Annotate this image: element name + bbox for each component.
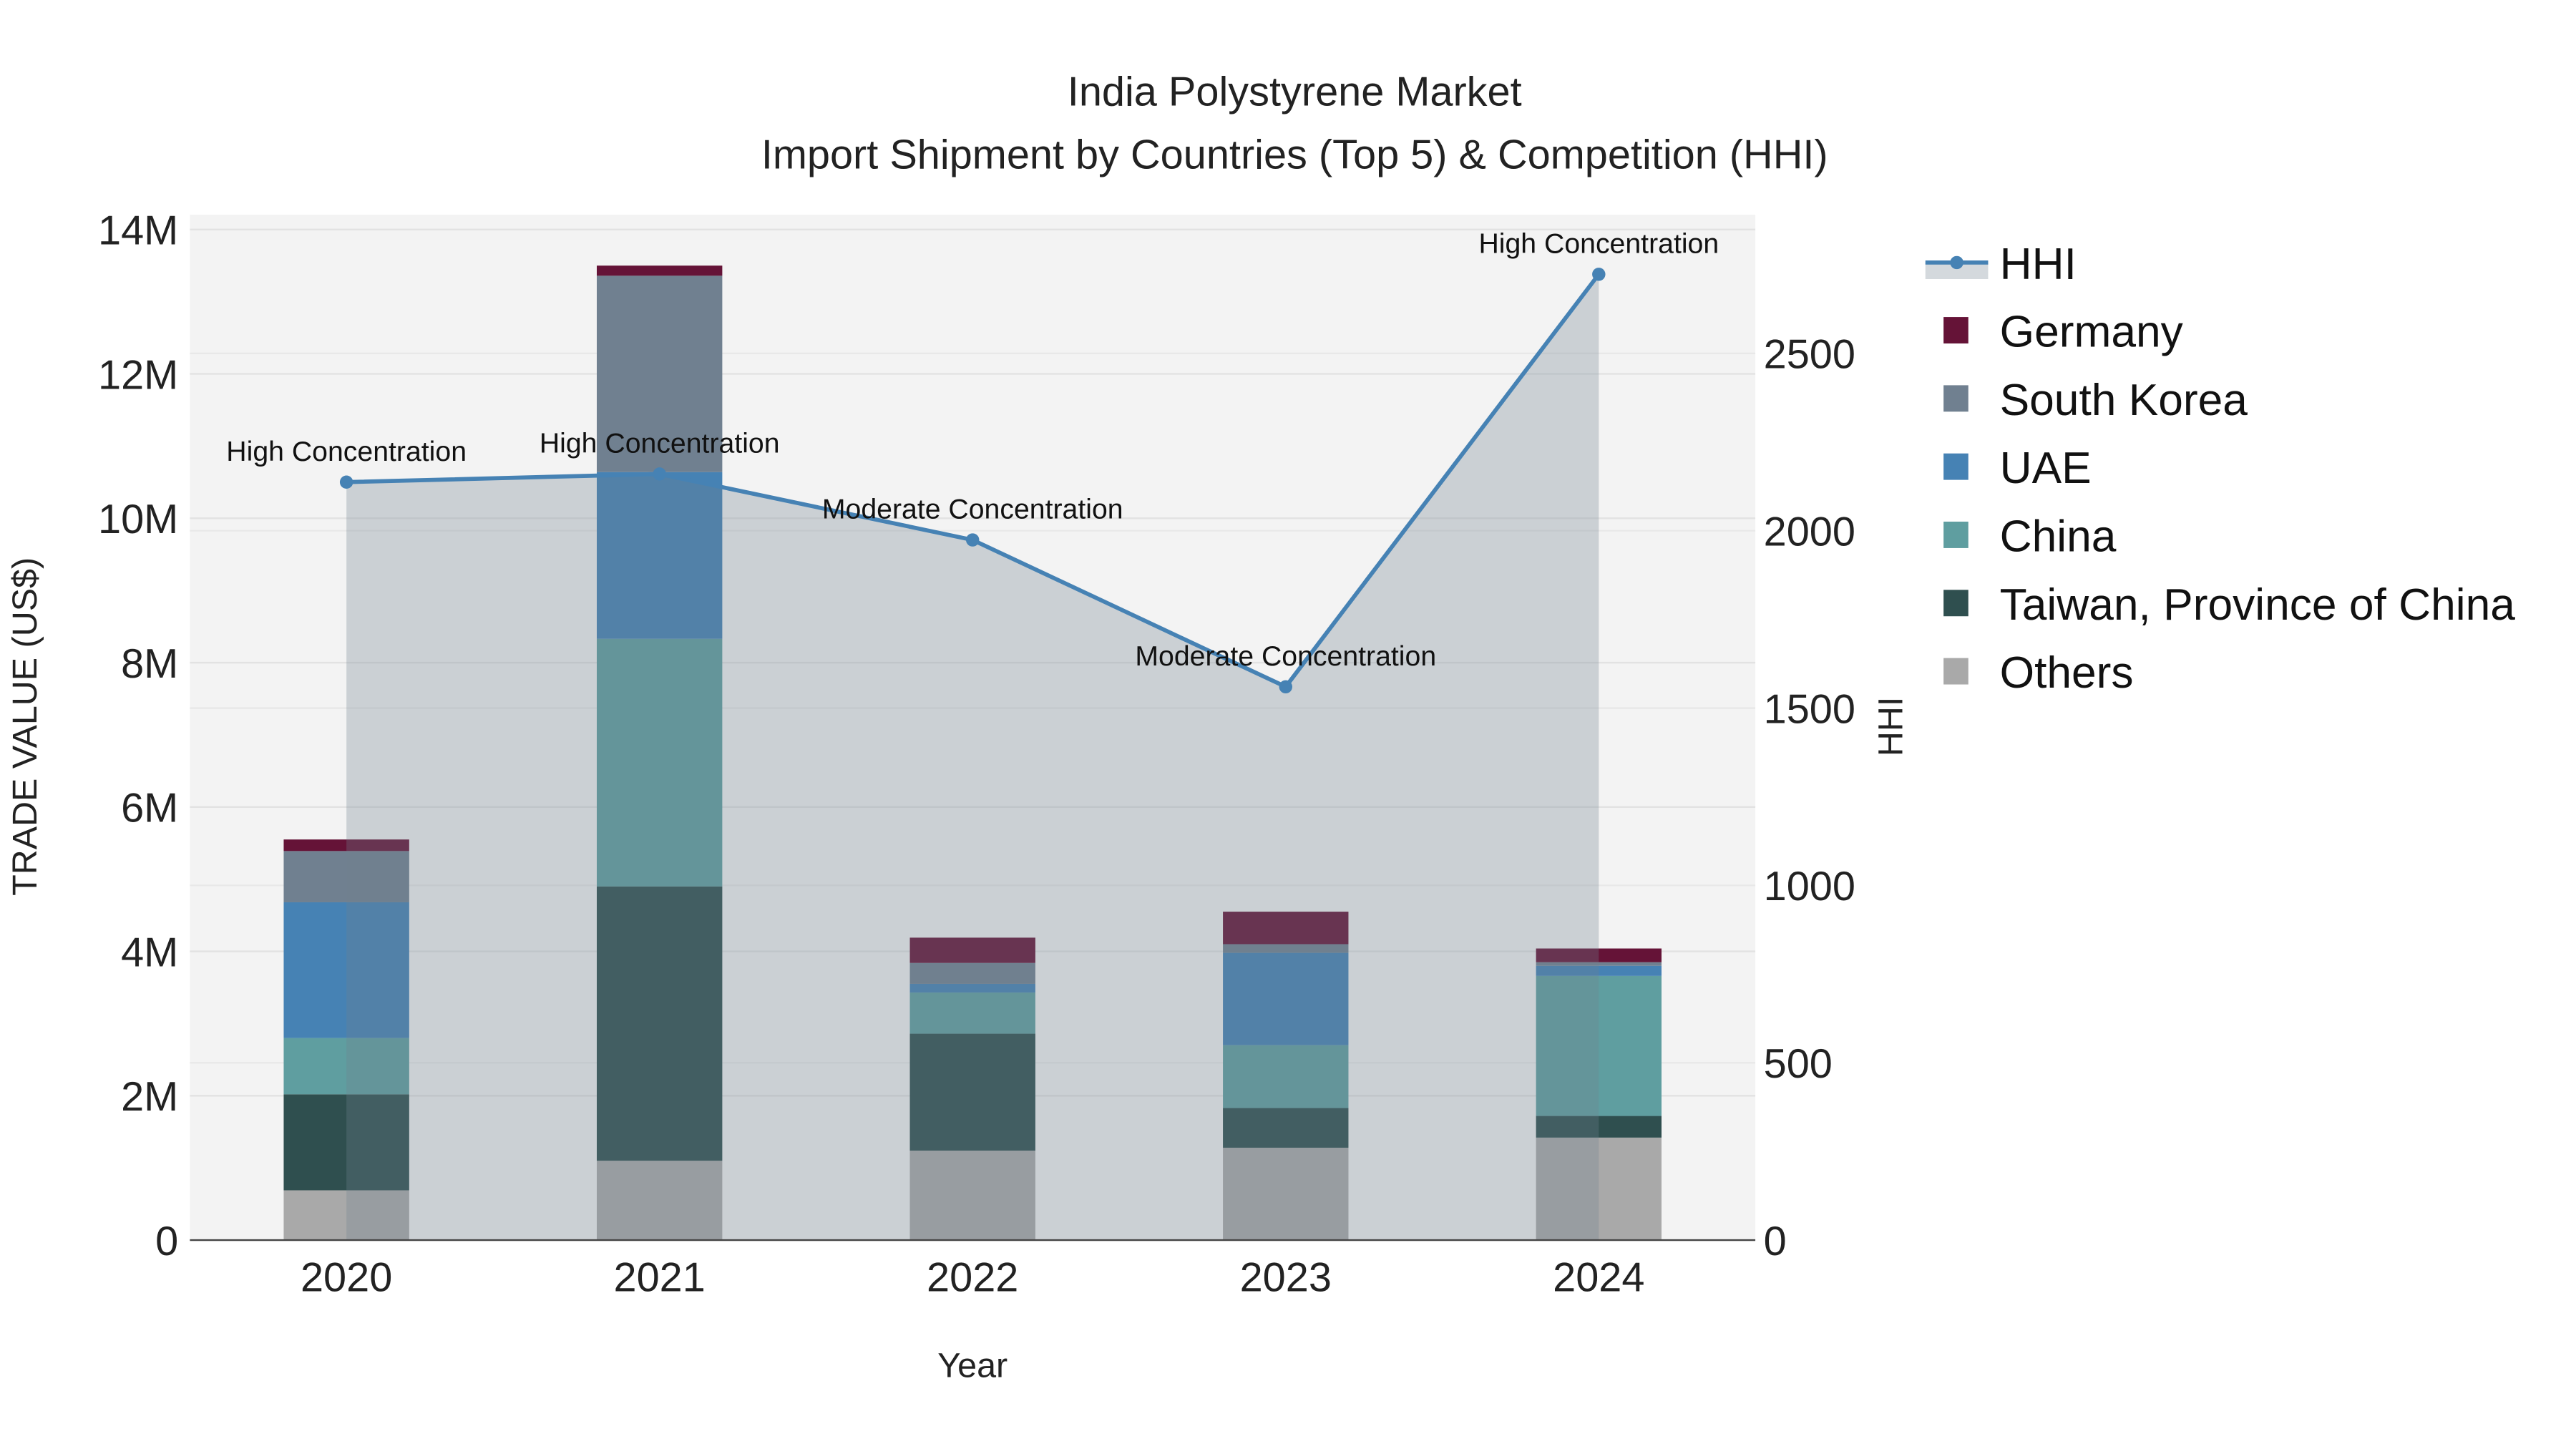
legend-label: UAE	[2000, 444, 2092, 493]
hhi-point	[653, 467, 666, 481]
y-tick-label: 8M	[121, 641, 178, 687]
x-tick-label: 2023	[1240, 1255, 1332, 1301]
legend-label: HHI	[2000, 240, 2077, 289]
x-tick-label: 2020	[301, 1255, 392, 1301]
x-tick-label: 2021	[614, 1255, 706, 1301]
y-tick-label: 10M	[98, 497, 178, 542]
x-axis-label: Year	[937, 1347, 1008, 1385]
y-axis-label: TRADE VALUE (US$)	[6, 557, 44, 896]
chart-subtitle: Import Shipment by Countries (Top 5) & C…	[761, 132, 1828, 177]
hhi-point	[1279, 680, 1292, 694]
y-tick-label: 6M	[121, 786, 178, 831]
x-tick-label: 2024	[1553, 1255, 1644, 1301]
hhi-annotation: High Concentration	[540, 427, 780, 459]
hhi-point	[1592, 268, 1606, 281]
legend-swatch-icon	[1943, 385, 1968, 412]
chart-title: India Polystyrene Market	[1068, 69, 1522, 115]
y2-tick-label: 2000	[1764, 509, 1855, 555]
y2-tick-label: 1500	[1764, 686, 1855, 732]
x-tick-label: 2022	[927, 1255, 1018, 1301]
legend-label: Taiwan, Province of China	[2000, 580, 2516, 630]
hhi-annotation: High Concentration	[226, 436, 467, 467]
hhi-point	[966, 533, 980, 547]
bar-germany	[597, 265, 723, 276]
hhi-annotation: Moderate Concentration	[822, 494, 1123, 525]
y-tick-label: 12M	[98, 352, 178, 398]
legend-hhi-marker-icon	[1950, 255, 1963, 270]
legend-swatch-icon	[1943, 522, 1968, 548]
chart: India Polystyrene Market Import Shipment…	[6, 69, 2516, 1385]
legend-swatch-icon	[1943, 590, 1968, 617]
legend-swatch-icon	[1943, 658, 1968, 685]
hhi-annotation: High Concentration	[1478, 228, 1719, 259]
y2-axis-label: HHI	[1871, 697, 1910, 756]
y-tick-label: 4M	[121, 930, 178, 975]
legend-swatch-icon	[1943, 317, 1968, 343]
hhi-point	[339, 475, 353, 489]
legend-label: China	[2000, 512, 2117, 562]
legend-label: Others	[2000, 648, 2134, 698]
hhi-annotation: Moderate Concentration	[1135, 640, 1436, 672]
legend-label: Germany	[2000, 308, 2184, 357]
legend-swatch-icon	[1943, 453, 1968, 480]
legend-label: South Korea	[2000, 376, 2248, 425]
y-tick-label: 14M	[98, 208, 178, 254]
y2-tick-label: 2500	[1764, 332, 1855, 378]
y2-tick-label: 1000	[1764, 864, 1855, 909]
y-tick-label: 2M	[121, 1074, 178, 1120]
y2-tick-label: 500	[1764, 1041, 1833, 1087]
y2-tick-label: 0	[1764, 1219, 1787, 1264]
y-tick-label: 0	[155, 1219, 178, 1264]
